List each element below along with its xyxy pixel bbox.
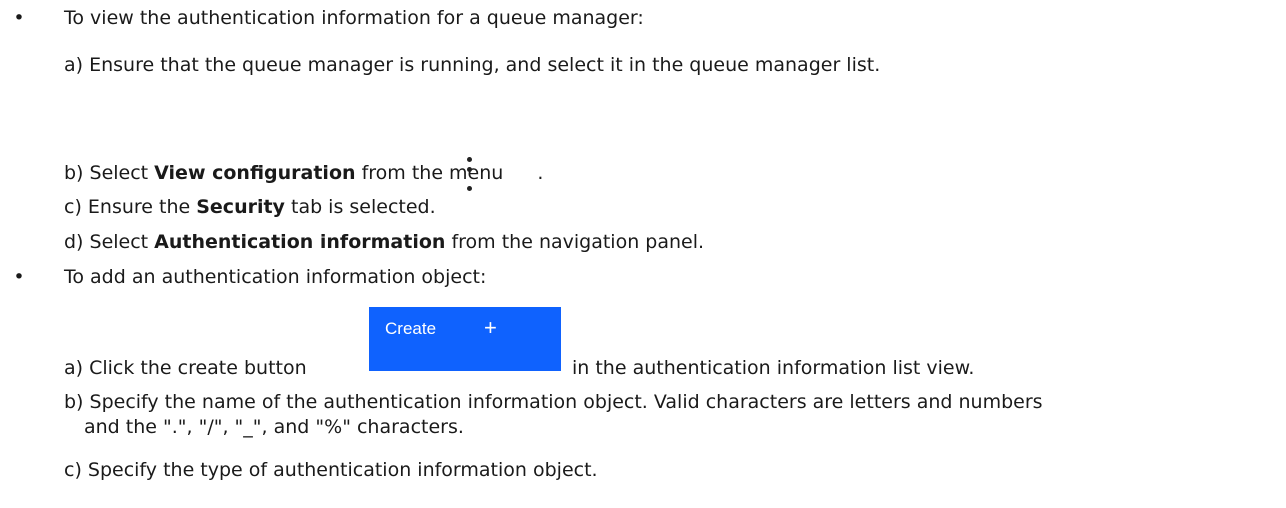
step-bold-term: View configuration	[154, 162, 356, 184]
document: • To view the authentication information…	[0, 0, 1286, 508]
step-text-suffix: tab is selected.	[284, 196, 436, 218]
step-text: a) Ensure that the queue manager is runn…	[64, 54, 881, 76]
step-text-prefix: b) Select	[64, 162, 155, 184]
step-c-specify-type: c) Specify the type of authentication in…	[64, 457, 1286, 483]
overflow-menu-vertical-icon	[462, 157, 476, 197]
step-bold-term: Authentication information	[154, 231, 446, 253]
bullet-text: To add an authentication information obj…	[64, 266, 487, 288]
bullet-dot: •	[13, 7, 25, 29]
plus-icon: +	[484, 315, 497, 340]
step-text-line2: and the ".", "/", "_", and "%" character…	[84, 416, 464, 438]
step-text-suffix: in the authentication information list v…	[572, 357, 975, 379]
step-text: c) Specify the type of authentication in…	[64, 459, 598, 481]
step-text-suffix: from the navigation panel.	[445, 231, 705, 253]
step-b-specify-name-cont: and the ".", "/", "_", and "%" character…	[84, 414, 1286, 440]
create-button[interactable]: Create +	[369, 307, 561, 371]
step-d-auth-info: d) Select Authentication information fro…	[64, 229, 1286, 255]
bullet-dot: •	[13, 266, 25, 288]
step-a-click-create-suffix: in the authentication information list v…	[572, 355, 1286, 381]
step-text-line1: b) Specify the name of the authenticatio…	[64, 391, 1043, 413]
step-text-prefix: d) Select	[64, 231, 155, 253]
step-bold-term: Security	[196, 196, 285, 218]
step-text-prefix: a) Click the create button	[64, 357, 307, 379]
bullet-text: To view the authentication information f…	[64, 7, 644, 29]
step-b-specify-name: b) Specify the name of the authenticatio…	[64, 389, 1286, 415]
step-text-end: .	[537, 162, 544, 184]
step-text-prefix: c) Ensure the	[64, 196, 197, 218]
step-a-ensure-running: a) Ensure that the queue manager is runn…	[64, 52, 1286, 78]
step-b-view-config: b) Select View configuration from the me…	[64, 160, 1286, 186]
step-text-suffix: from the menu	[355, 162, 504, 184]
create-button-label: Create	[385, 319, 437, 338]
step-c-security-tab: c) Ensure the Security tab is selected.	[64, 194, 1286, 220]
